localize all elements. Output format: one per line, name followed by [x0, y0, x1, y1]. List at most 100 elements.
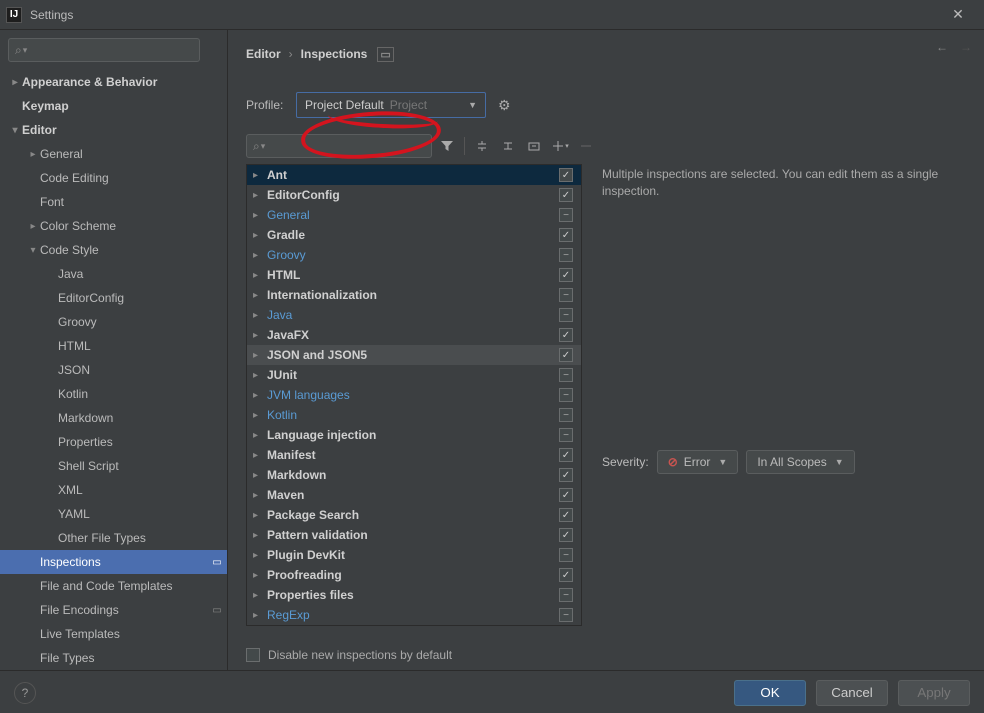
remove-icon[interactable] [575, 135, 597, 157]
nav-forward-icon[interactable]: → [960, 40, 972, 54]
inspection-row-pattern-validation[interactable]: ▸Pattern validation [247, 525, 581, 545]
inspection-row-editorconfig[interactable]: ▸EditorConfig [247, 185, 581, 205]
sidebar-item-general[interactable]: General [0, 142, 227, 166]
apply-button[interactable]: Apply [898, 680, 970, 706]
inspection-row-internationalization[interactable]: ▸Internationalization [247, 285, 581, 305]
sidebar-item-shell-script[interactable]: Shell Script [0, 454, 227, 478]
profile-dropdown[interactable]: Project Default Project ▼ [296, 92, 486, 118]
inspection-row-regexp[interactable]: ▸RegExp [247, 605, 581, 625]
sidebar-item-color-scheme[interactable]: Color Scheme [0, 214, 227, 238]
row-label: JUnit [265, 368, 557, 382]
inspection-row-json-and-json5[interactable]: ▸JSON and JSON5 [247, 345, 581, 365]
inspection-row-manifest[interactable]: ▸Manifest [247, 445, 581, 465]
cancel-button[interactable]: Cancel [816, 680, 888, 706]
sidebar-item-file-types[interactable]: File Types [0, 646, 227, 670]
inspection-row-proofreading[interactable]: ▸Proofreading [247, 565, 581, 585]
inspection-row-maven[interactable]: ▸Maven [247, 485, 581, 505]
row-checkbox[interactable] [557, 268, 575, 282]
tree-arrow-icon [26, 149, 40, 160]
search-icon: ⌕ [253, 139, 260, 154]
sidebar-item-file-encodings[interactable]: File Encodings▭ [0, 598, 227, 622]
sidebar-item-font[interactable]: Font [0, 190, 227, 214]
add-icon[interactable]: ▾ [549, 135, 571, 157]
row-checkbox[interactable] [557, 428, 575, 442]
inspection-row-language-injection[interactable]: ▸Language injection [247, 425, 581, 445]
row-checkbox[interactable] [557, 468, 575, 482]
row-checkbox[interactable] [557, 608, 575, 622]
inspection-row-package-search[interactable]: ▸Package Search [247, 505, 581, 525]
row-checkbox[interactable] [557, 448, 575, 462]
inspection-row-general[interactable]: ▸General [247, 205, 581, 225]
sidebar-item-json[interactable]: JSON [0, 358, 227, 382]
severity-dropdown[interactable]: ⊘ Error ▼ [657, 450, 739, 474]
inspection-row-ant[interactable]: ▸Ant [247, 165, 581, 185]
row-checkbox[interactable] [557, 568, 575, 582]
sidebar-item-editorconfig[interactable]: EditorConfig [0, 286, 227, 310]
row-checkbox[interactable] [557, 248, 575, 262]
row-checkbox[interactable] [557, 488, 575, 502]
inspection-row-properties-files[interactable]: ▸Properties files [247, 585, 581, 605]
inspection-row-plugin-devkit[interactable]: ▸Plugin DevKit [247, 545, 581, 565]
inspection-row-gradle[interactable]: ▸Gradle [247, 225, 581, 245]
inspection-row-javafx[interactable]: ▸JavaFX [247, 325, 581, 345]
sidebar-item-java[interactable]: Java [0, 262, 227, 286]
sidebar-item-yaml[interactable]: YAML [0, 502, 227, 526]
filter-icon[interactable] [436, 135, 458, 157]
sidebar-item-groovy[interactable]: Groovy [0, 310, 227, 334]
disable-checkbox[interactable] [246, 648, 260, 662]
row-checkbox[interactable] [557, 548, 575, 562]
row-arrow-icon: ▸ [253, 210, 265, 221]
inspection-search-input[interactable]: ⌕▾ [246, 134, 432, 158]
row-checkbox[interactable] [557, 348, 575, 362]
sidebar-item-other-file-types[interactable]: Other File Types [0, 526, 227, 550]
inspection-row-html[interactable]: ▸HTML [247, 265, 581, 285]
row-checkbox[interactable] [557, 308, 575, 322]
breadcrumb-editor[interactable]: Editor [246, 47, 281, 61]
help-button[interactable]: ? [14, 682, 36, 704]
sidebar-item-code-editing[interactable]: Code Editing [0, 166, 227, 190]
disable-new-row[interactable]: Disable new inspections by default [246, 640, 966, 670]
row-checkbox[interactable] [557, 528, 575, 542]
inspection-row-junit[interactable]: ▸JUnit [247, 365, 581, 385]
sidebar-item-kotlin[interactable]: Kotlin [0, 382, 227, 406]
expand-all-icon[interactable] [471, 135, 493, 157]
sidebar-item-code-style[interactable]: Code Style [0, 238, 227, 262]
gear-icon[interactable]: ⚙ [498, 97, 511, 114]
inspection-row-kotlin[interactable]: ▸Kotlin [247, 405, 581, 425]
sidebar-item-xml[interactable]: XML [0, 478, 227, 502]
settings-tree: Appearance & BehaviorKeymapEditorGeneral… [0, 70, 227, 670]
sidebar-item-editor[interactable]: Editor [0, 118, 227, 142]
close-button[interactable]: ✕ [938, 6, 978, 23]
inspection-row-jvm-languages[interactable]: ▸JVM languages [247, 385, 581, 405]
inspection-row-markdown[interactable]: ▸Markdown [247, 465, 581, 485]
row-checkbox[interactable] [557, 368, 575, 382]
collapse-all-icon[interactable] [497, 135, 519, 157]
row-checkbox[interactable] [557, 508, 575, 522]
sidebar-item-live-templates[interactable]: Live Templates [0, 622, 227, 646]
row-checkbox[interactable] [557, 188, 575, 202]
sidebar-item-appearance-behavior[interactable]: Appearance & Behavior [0, 70, 227, 94]
row-checkbox[interactable] [557, 388, 575, 402]
inspection-row-groovy[interactable]: ▸Groovy [247, 245, 581, 265]
row-checkbox[interactable] [557, 168, 575, 182]
sidebar-item-html[interactable]: HTML [0, 334, 227, 358]
sidebar-item-inspections[interactable]: Inspections▭ [0, 550, 227, 574]
inspection-row-java[interactable]: ▸Java [247, 305, 581, 325]
ok-button[interactable]: OK [734, 680, 806, 706]
inspection-list[interactable]: ▸Ant▸EditorConfig▸General▸Gradle▸Groovy▸… [246, 164, 582, 626]
sidebar-search-input[interactable]: ⌕▾ [8, 38, 200, 62]
row-checkbox[interactable] [557, 328, 575, 342]
row-checkbox[interactable] [557, 288, 575, 302]
row-checkbox[interactable] [557, 228, 575, 242]
reset-icon[interactable] [523, 135, 545, 157]
row-checkbox[interactable] [557, 208, 575, 222]
nav-back-icon[interactable]: ← [936, 40, 948, 54]
sidebar-item-keymap[interactable]: Keymap [0, 94, 227, 118]
sidebar-item-file-and-code-templates[interactable]: File and Code Templates [0, 574, 227, 598]
row-checkbox[interactable] [557, 588, 575, 602]
scope-dropdown[interactable]: In All Scopes ▼ [746, 450, 854, 474]
row-label: Language injection [265, 428, 557, 442]
sidebar-item-properties[interactable]: Properties [0, 430, 227, 454]
row-checkbox[interactable] [557, 408, 575, 422]
sidebar-item-markdown[interactable]: Markdown [0, 406, 227, 430]
